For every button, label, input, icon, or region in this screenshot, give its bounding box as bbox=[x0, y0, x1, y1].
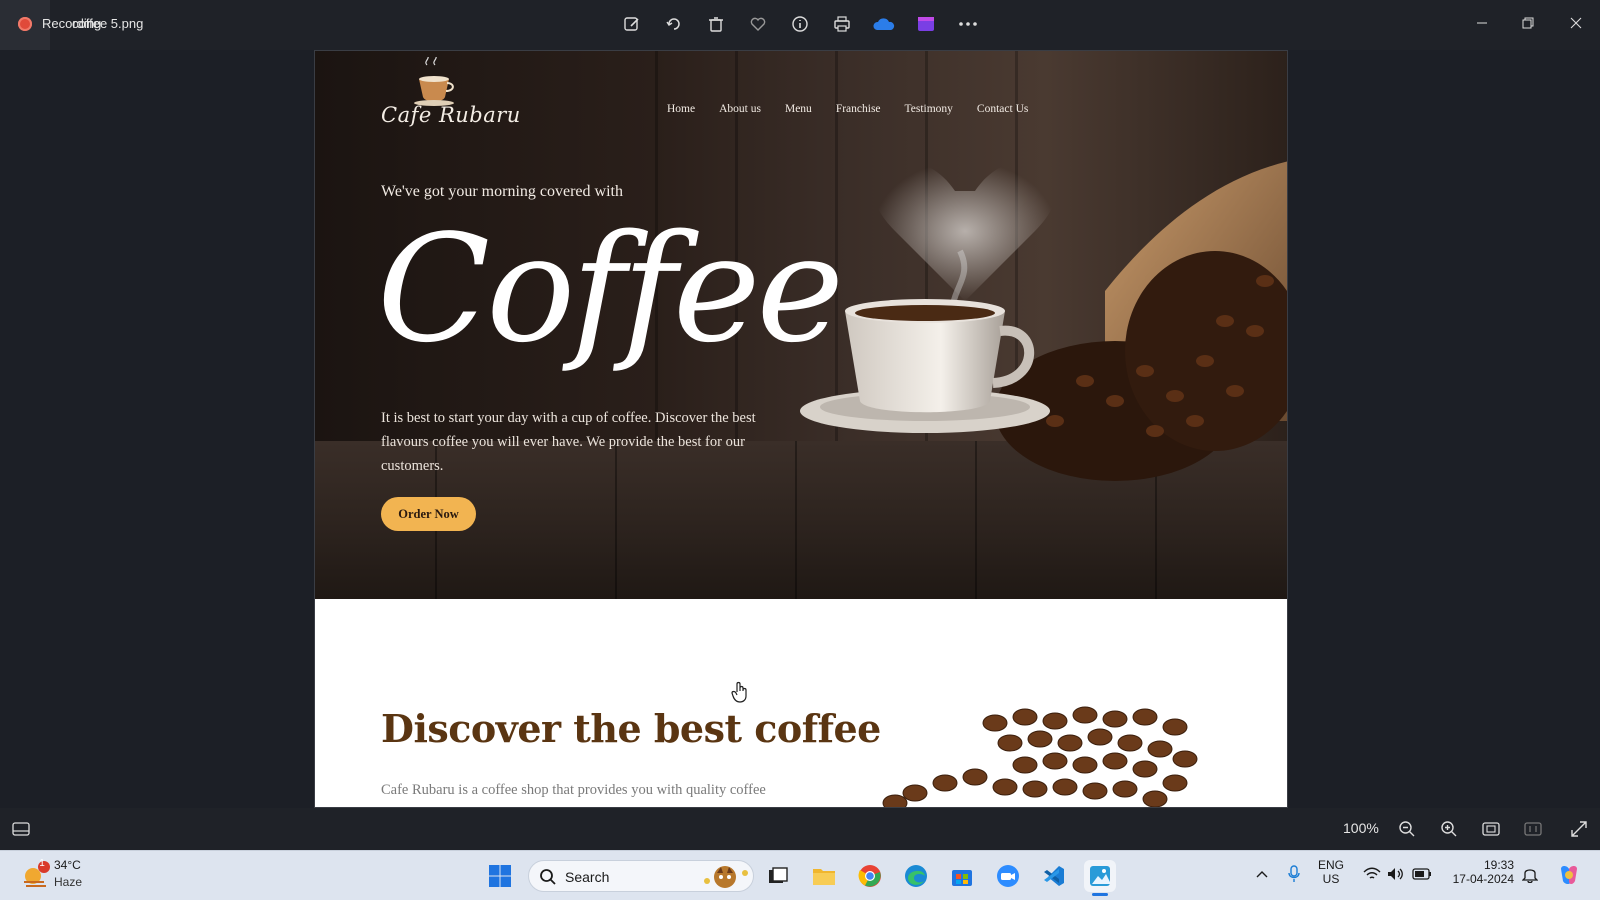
restore-button[interactable] bbox=[1508, 8, 1548, 38]
clock-time: 19:33 bbox=[1483, 858, 1514, 872]
fit-to-window-icon[interactable] bbox=[1480, 818, 1502, 840]
notification-bell-icon[interactable] bbox=[1520, 864, 1540, 884]
main-nav: Home About us Menu Franchise Testimony C… bbox=[667, 103, 1028, 115]
weather-temperature: 34°C bbox=[54, 858, 81, 872]
nav-contact-us[interactable]: Contact Us bbox=[977, 103, 1028, 115]
record-dot-icon bbox=[18, 17, 32, 31]
filmstrip-icon[interactable] bbox=[10, 818, 32, 840]
volume-icon[interactable] bbox=[1386, 864, 1406, 884]
hero-tagline: We've got your morning covered with bbox=[381, 183, 623, 200]
close-button[interactable] bbox=[1556, 8, 1596, 38]
coffee-beans-image bbox=[882, 706, 1198, 807]
task-view-button[interactable] bbox=[762, 860, 794, 892]
clock-date: 17-04-2024 bbox=[1452, 872, 1514, 886]
photos-app-button[interactable] bbox=[1084, 860, 1116, 892]
onedrive-icon[interactable] bbox=[872, 12, 896, 36]
clock[interactable]: 19:33 17-04-2024 bbox=[1448, 858, 1514, 886]
search-highlight-icon bbox=[704, 866, 748, 888]
weather-condition: Haze bbox=[54, 875, 83, 889]
chrome-button[interactable] bbox=[854, 860, 886, 892]
clipchamp-icon[interactable] bbox=[914, 12, 938, 36]
show-hidden-icons-chevron-icon[interactable] bbox=[1252, 864, 1272, 884]
edit-icon[interactable] bbox=[620, 12, 644, 36]
displayed-image: Cafe Rubaru Home About us Menu Franchise… bbox=[314, 50, 1288, 808]
zoom-out-icon[interactable] bbox=[1396, 818, 1418, 840]
nav-testimony[interactable]: Testimony bbox=[905, 103, 953, 115]
info-icon[interactable] bbox=[788, 12, 812, 36]
order-now-button[interactable]: Order Now bbox=[381, 497, 476, 531]
weather-badge: 1 bbox=[39, 858, 45, 869]
fullscreen-icon[interactable] bbox=[1568, 818, 1590, 840]
hero-section: Cafe Rubaru Home About us Menu Franchise… bbox=[315, 51, 1287, 599]
nav-menu[interactable]: Menu bbox=[785, 103, 812, 115]
zoom-in-icon[interactable] bbox=[1438, 818, 1460, 840]
delete-icon[interactable] bbox=[704, 12, 728, 36]
rotate-icon[interactable] bbox=[662, 12, 686, 36]
edge-button[interactable] bbox=[900, 860, 932, 892]
file-explorer-button[interactable] bbox=[808, 860, 840, 892]
battery-icon[interactable] bbox=[1412, 864, 1432, 884]
wifi-icon[interactable] bbox=[1362, 864, 1382, 884]
viewer-toolbar bbox=[620, 12, 980, 36]
more-icon[interactable] bbox=[956, 12, 980, 36]
search-label: Search bbox=[565, 869, 610, 885]
favorite-icon[interactable] bbox=[746, 12, 770, 36]
discover-description: Cafe Rubaru is a coffee shop that provid… bbox=[381, 782, 766, 798]
windows-taskbar bbox=[0, 850, 1600, 900]
window-title-filename: coffee 5.png bbox=[72, 16, 144, 31]
microphone-icon[interactable] bbox=[1284, 864, 1304, 884]
nav-about-us[interactable]: About us bbox=[719, 103, 761, 115]
actual-size-icon[interactable] bbox=[1522, 818, 1544, 840]
image-canvas[interactable]: Cafe Rubaru Home About us Menu Franchise… bbox=[0, 50, 1600, 808]
start-button[interactable] bbox=[484, 860, 516, 892]
hero-description: It is best to start your day with a cup … bbox=[381, 410, 756, 474]
print-icon[interactable] bbox=[830, 12, 854, 36]
language-region: US bbox=[1322, 872, 1340, 886]
hero-heading: Coffee bbox=[377, 203, 844, 375]
active-app-indicator bbox=[1092, 893, 1108, 896]
minimize-button[interactable] bbox=[1462, 8, 1502, 38]
coffee-cup-illustration bbox=[800, 161, 1287, 481]
brand-logo-text[interactable]: Cafe Rubaru bbox=[381, 103, 521, 127]
search-icon bbox=[540, 869, 556, 885]
language-code: ENG bbox=[1318, 858, 1345, 872]
zoom-app-button[interactable] bbox=[992, 860, 1024, 892]
vscode-button[interactable] bbox=[1038, 860, 1070, 892]
viewer-title-bar: Recording coffee 5.png bbox=[0, 0, 1600, 50]
copilot-icon[interactable] bbox=[1556, 862, 1582, 888]
microsoft-store-button[interactable] bbox=[946, 860, 978, 892]
zoom-level: 100% bbox=[1343, 820, 1379, 836]
discover-heading: Discover the best coffee bbox=[381, 706, 881, 751]
nav-franchise[interactable]: Franchise bbox=[836, 103, 881, 115]
taskbar-search-box[interactable]: Search bbox=[528, 860, 754, 892]
language-indicator[interactable]: ENG US bbox=[1318, 858, 1344, 886]
hand-cursor-icon bbox=[731, 681, 747, 703]
nav-home[interactable]: Home bbox=[667, 103, 695, 115]
